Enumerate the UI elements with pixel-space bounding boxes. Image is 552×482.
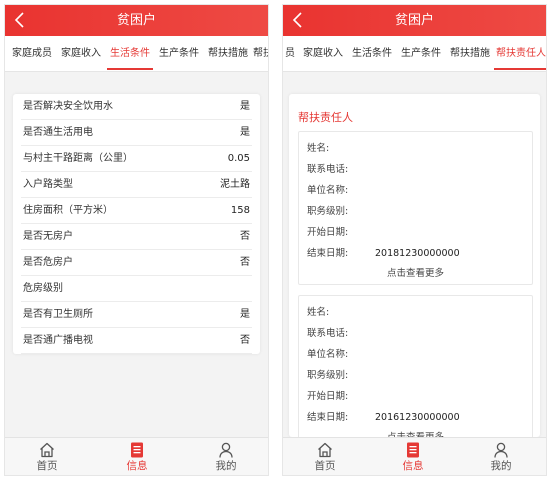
conditions-card: 是否解决安全饮用水是 是否通生活用电是 与村主干路距离（公里） 0.05 入户路类… xyxy=(13,94,260,354)
assistance-persons-card: 帮扶责任人 姓名: 联系电话: 单位名称: 职务级别: 开始日期: 结束日期: 2… xyxy=(289,94,540,437)
person-card: 姓名: 联系电话: 单位名称: 职务级别: 开始日期: 结束日期: 2018123… xyxy=(298,131,533,285)
home-icon xyxy=(40,442,54,458)
section-title: 帮扶责任人 xyxy=(298,111,353,124)
tab-family-members-partial[interactable]: 员 xyxy=(283,36,297,71)
condition-row: 住房面积（平方米） 158 xyxy=(21,198,252,224)
nav-label: 信息 xyxy=(402,460,424,472)
content-area: 帮扶责任人 姓名: 联系电话: 单位名称: 职务级别: 开始日期: 结束日期: 2… xyxy=(283,72,546,437)
field-phone: 联系电话: xyxy=(307,328,349,339)
tab-bar: 员 家庭收入 生活条件 生产条件 帮扶措施 帮扶责任人 xyxy=(283,36,546,72)
view-more-link[interactable]: 点击查看更多 xyxy=(299,264,532,284)
content-area: 是否解决安全饮用水是 是否通生活用电是 与村主干路距离（公里） 0.05 入户路类… xyxy=(5,72,268,437)
condition-row: 危房级别 xyxy=(21,276,252,302)
condition-label: 住房面积（平方米） xyxy=(23,205,113,216)
field-unit: 单位名称: xyxy=(307,349,349,360)
condition-row: 与村主干路距离（公里） 0.05 xyxy=(21,146,252,172)
view-more-link[interactable]: 点击查看更多 xyxy=(299,428,532,437)
tab-living-conditions[interactable]: 生活条件 xyxy=(349,36,395,71)
condition-label: 是否危房户 xyxy=(23,257,73,268)
condition-value: 是 xyxy=(240,127,250,138)
condition-label: 与村主干路距离（公里） xyxy=(23,153,133,164)
condition-row: 是否有卫生厕所 是 xyxy=(21,302,252,328)
home-icon xyxy=(318,442,332,458)
field-phone: 联系电话: xyxy=(307,164,349,175)
nav-info[interactable]: 信息 xyxy=(383,438,443,475)
condition-label: 危房级别 xyxy=(23,283,63,294)
nav-label: 我的 xyxy=(215,460,237,472)
screen-living-conditions: 贫困户 家庭成员 家庭收入 生活条件 生产条件 帮扶措施 帮扶 是否解决安全饮用… xyxy=(4,4,269,476)
condition-row: 是否通广播电视 否 xyxy=(21,328,252,354)
field-start-date: 开始日期: xyxy=(307,227,349,238)
end-date-value: 20161230000000 xyxy=(375,412,460,423)
field-rank: 职务级别: xyxy=(307,206,349,217)
tab-family-income[interactable]: 家庭收入 xyxy=(58,36,104,71)
tab-family-members[interactable]: 家庭成员 xyxy=(9,36,55,71)
nav-profile[interactable]: 我的 xyxy=(471,438,531,475)
nav-info[interactable]: 信息 xyxy=(107,438,167,475)
condition-value: 0.05 xyxy=(227,153,250,164)
bottom-nav: 首页 信息 我的 xyxy=(283,437,546,475)
nav-label: 信息 xyxy=(126,460,148,472)
nav-profile[interactable]: 我的 xyxy=(196,438,256,475)
field-start-date: 开始日期: xyxy=(307,391,349,402)
tab-bar: 家庭成员 家庭收入 生活条件 生产条件 帮扶措施 帮扶 xyxy=(5,36,268,72)
condition-value: 泥土路 xyxy=(220,179,250,190)
condition-value: 158 xyxy=(230,205,250,216)
screen-assistance-persons: 贫困户 员 家庭收入 生活条件 生产条件 帮扶措施 帮扶责任人 帮扶责任人 姓名… xyxy=(282,4,547,476)
tab-assistance-measures[interactable]: 帮扶措施 xyxy=(205,36,251,71)
field-rank: 职务级别: xyxy=(307,370,349,381)
tab-living-conditions[interactable]: 生活条件 xyxy=(107,36,153,71)
tab-assistance-person-partial[interactable]: 帮扶 xyxy=(253,36,268,71)
person-card: 姓名: 联系电话: 单位名称: 职务级别: 开始日期: 结束日期: 2016123… xyxy=(298,295,533,437)
field-unit: 单位名称: xyxy=(307,185,349,196)
field-end-date: 结束日期: 20181230000000 xyxy=(299,243,532,264)
condition-row: 入户路类型 泥土路 xyxy=(21,172,252,198)
nav-label: 我的 xyxy=(490,460,512,472)
field-end-date: 结束日期: 20161230000000 xyxy=(299,407,532,428)
condition-row: 是否通生活用电 是 xyxy=(21,120,252,146)
condition-label: 是否无房户 xyxy=(23,231,73,242)
document-icon xyxy=(407,442,419,458)
header-bar: 贫困户 xyxy=(283,5,546,36)
page-title: 贫困户 xyxy=(116,13,156,28)
nav-label: 首页 xyxy=(314,460,336,472)
condition-value: 否 xyxy=(240,257,250,268)
condition-value: 是 xyxy=(240,309,250,320)
tab-family-income[interactable]: 家庭收入 xyxy=(300,36,346,71)
nav-label: 首页 xyxy=(36,460,58,472)
condition-label: 是否有卫生厕所 xyxy=(23,309,93,320)
bottom-nav: 首页 信息 我的 xyxy=(5,437,268,475)
tab-production-conditions[interactable]: 生产条件 xyxy=(156,36,202,71)
condition-label: 入户路类型 xyxy=(23,179,73,190)
condition-value: 否 xyxy=(240,231,250,242)
field-name: 姓名: xyxy=(307,143,330,154)
document-icon xyxy=(131,442,143,458)
tab-production-conditions[interactable]: 生产条件 xyxy=(398,36,444,71)
condition-label: 是否解决安全饮用水 xyxy=(23,101,113,112)
condition-row: 是否解决安全饮用水 是 xyxy=(21,94,252,120)
tab-assistance-measures[interactable]: 帮扶措施 xyxy=(447,36,493,71)
page-title: 贫困户 xyxy=(394,13,434,28)
condition-label: 是否通生活用电 xyxy=(23,127,93,138)
nav-home[interactable]: 首页 xyxy=(295,438,355,475)
nav-home[interactable]: 首页 xyxy=(17,438,77,475)
user-icon xyxy=(494,442,508,458)
field-name: 姓名: xyxy=(307,307,330,318)
condition-row: 是否危房户 否 xyxy=(21,250,252,276)
condition-value: 是 xyxy=(240,101,250,112)
header-bar: 贫困户 xyxy=(5,5,268,36)
user-icon xyxy=(219,442,233,458)
condition-value: 否 xyxy=(240,335,250,346)
condition-label: 是否通广播电视 xyxy=(23,335,93,346)
tab-assistance-persons[interactable]: 帮扶责任人 xyxy=(494,36,546,71)
condition-row: 是否无房户 否 xyxy=(21,224,252,250)
end-date-value: 20181230000000 xyxy=(375,248,460,259)
